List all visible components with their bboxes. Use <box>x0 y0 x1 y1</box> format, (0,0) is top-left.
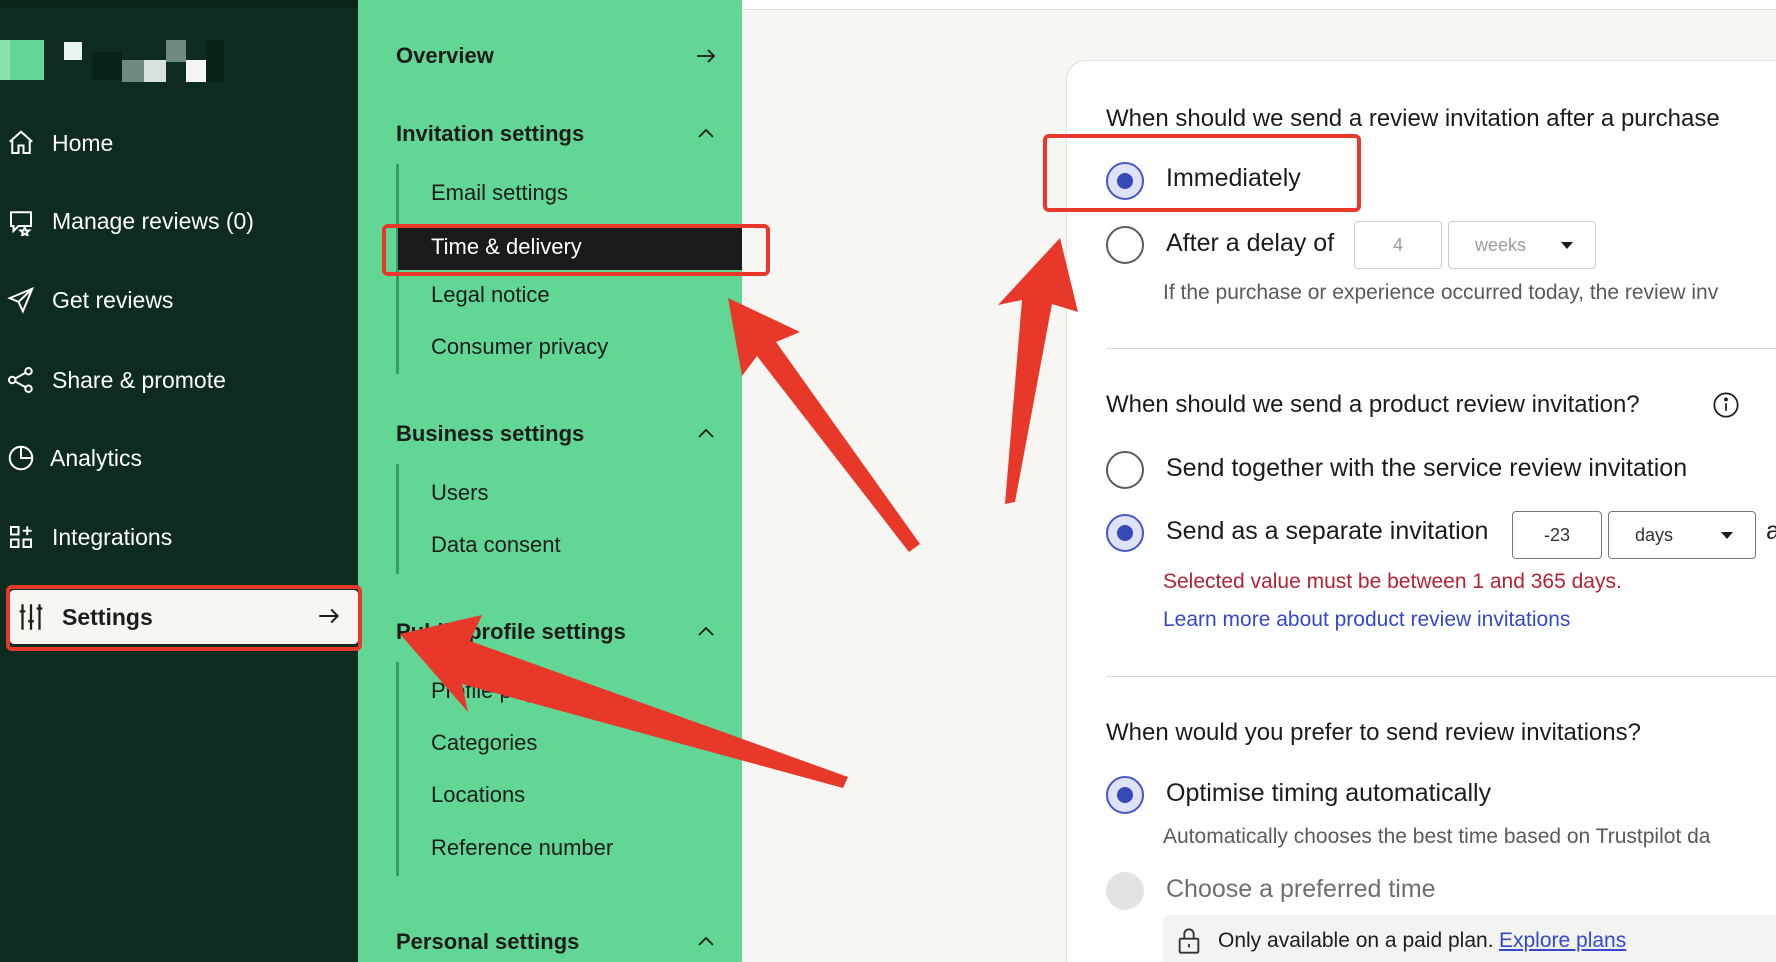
section-title: Personal settings <box>396 929 580 954</box>
chevron-up-icon <box>698 936 714 946</box>
chevron-up-icon <box>698 128 714 138</box>
caret-down-icon <box>1721 532 1733 539</box>
menu-item-consumer-privacy[interactable]: Consumer privacy <box>431 327 608 367</box>
radio-label-after-delay: After a delay of <box>1166 229 1335 257</box>
annotation-box-immediately <box>1043 134 1361 212</box>
menu-item-label: Reference number <box>431 835 614 860</box>
radio-label-preferred-time: Choose a preferred time <box>1166 875 1436 903</box>
menu-item-categories[interactable]: Categories <box>431 723 537 763</box>
grid-plus-icon <box>4 520 38 554</box>
q2-trailing-text: a <box>1766 517 1776 546</box>
menu-section-business-settings[interactable]: Business settings <box>396 418 726 450</box>
send-icon <box>4 283 38 317</box>
main-sidebar: Home Manage reviews (0) Get reviews Shar… <box>0 0 358 962</box>
sidebar-item-label: Integrations <box>52 523 173 550</box>
menu-group-line <box>396 464 399 574</box>
caret-down-icon <box>1561 242 1573 249</box>
arrow-right-icon <box>697 49 716 63</box>
sidebar-item-analytics[interactable]: Analytics <box>0 438 142 478</box>
q2-question: When should we send a product review inv… <box>1106 391 1640 418</box>
separate-amount-input[interactable]: -23 <box>1512 511 1602 559</box>
star-chat-icon <box>4 204 38 238</box>
menu-item-data-consent[interactable]: Data consent <box>431 525 561 565</box>
chevron-up-icon <box>698 428 714 438</box>
pixelated-logo <box>0 40 230 84</box>
annotation-box-time-delivery <box>382 224 770 276</box>
menu-item-locations[interactable]: Locations <box>431 775 525 815</box>
radio-optimise-timing[interactable] <box>1106 776 1144 814</box>
divider <box>1106 348 1776 349</box>
section-title: Public profile settings <box>396 619 626 644</box>
menu-overview[interactable]: Overview <box>396 40 726 72</box>
radio-preferred-time <box>1106 872 1144 910</box>
radio-after-delay[interactable] <box>1106 226 1144 264</box>
q3-auto-hint: Automatically chooses the best time base… <box>1163 825 1711 848</box>
menu-item-label: Categories <box>431 730 538 755</box>
q3-question: When would you prefer to send review inv… <box>1106 719 1641 746</box>
sidebar-item-label: Share & promote <box>52 366 226 393</box>
q2-error-message: Selected value must be between 1 and 365… <box>1163 570 1622 593</box>
divider <box>1106 676 1776 677</box>
radio-send-together[interactable] <box>1106 451 1144 489</box>
delay-amount-input[interactable]: 4 <box>1354 221 1442 269</box>
top-bar <box>742 0 1776 10</box>
menu-section-personal-settings[interactable]: Personal settings <box>396 926 726 958</box>
chevron-up-icon <box>698 626 714 636</box>
paid-plan-notice: Only available on a paid plan. Explore p… <box>1163 915 1776 962</box>
menu-section-public-profile-settings[interactable]: Public profile settings <box>396 616 726 648</box>
menu-group-line <box>396 662 399 876</box>
sidebar-item-integrations[interactable]: Integrations <box>0 517 172 557</box>
q1-hint: If the purchase or experience occurred t… <box>1163 281 1719 304</box>
q1-question: When should we send a review invitation … <box>1106 105 1720 132</box>
section-title: Invitation settings <box>396 121 585 146</box>
sidebar-item-share-promote[interactable]: Share & promote <box>0 360 226 400</box>
annotation-box-settings <box>6 585 362 651</box>
menu-item-profile-page[interactable]: Profile page <box>431 671 548 711</box>
menu-item-email-settings[interactable]: Email settings <box>431 173 568 213</box>
sidebar-top-edge <box>0 0 358 8</box>
sidebar-item-manage-reviews[interactable]: Manage reviews (0) <box>0 201 254 241</box>
info-icon[interactable] <box>1712 391 1740 419</box>
sidebar-item-label: Manage reviews (0) <box>52 207 254 234</box>
home-icon <box>4 126 38 160</box>
sidebar-item-get-reviews[interactable]: Get reviews <box>0 280 173 320</box>
separate-unit-select[interactable]: days <box>1608 511 1756 559</box>
share-icon <box>4 363 38 397</box>
sidebar-item-label: Analytics <box>50 444 143 471</box>
settings-menu: Overview Invitation settings Email setti… <box>358 0 742 962</box>
menu-item-users[interactable]: Users <box>431 473 488 513</box>
section-title: Business settings <box>396 421 585 446</box>
radio-label-send-together: Send together with the service review in… <box>1166 454 1688 482</box>
annotation-arrow-time-delivery <box>728 298 920 552</box>
menu-item-label: Data consent <box>431 532 561 557</box>
separate-unit-value: days <box>1635 524 1674 545</box>
sidebar-item-label: Get reviews <box>52 286 174 313</box>
sidebar-item-label: Home <box>52 129 114 156</box>
explore-plans-link[interactable]: Explore plans <box>1499 929 1626 953</box>
menu-item-label: Email settings <box>431 180 568 205</box>
menu-overview-label: Overview <box>396 43 494 68</box>
paid-plan-text: Only available on a paid plan. <box>1218 929 1494 952</box>
radio-label-send-separate: Send as a separate invitation <box>1166 517 1489 545</box>
delay-unit-value: weeks <box>1475 234 1527 255</box>
menu-item-legal-notice[interactable]: Legal notice <box>431 275 550 315</box>
menu-item-reference-number[interactable]: Reference number <box>431 828 613 868</box>
menu-section-invitation-settings[interactable]: Invitation settings <box>396 118 726 150</box>
learn-more-link[interactable]: Learn more about product review invitati… <box>1163 608 1570 632</box>
menu-item-label: Legal notice <box>431 282 550 307</box>
menu-item-label: Profile page <box>431 678 549 703</box>
delay-unit-select[interactable]: weeks <box>1448 221 1596 269</box>
sidebar-item-home[interactable]: Home <box>0 123 113 163</box>
pie-chart-icon <box>4 441 38 475</box>
lock-icon <box>1178 928 1200 954</box>
menu-item-label: Users <box>431 480 489 505</box>
radio-label-optimise-timing: Optimise timing automatically <box>1166 779 1492 807</box>
menu-item-label: Consumer privacy <box>431 334 609 359</box>
menu-item-label: Locations <box>431 782 526 807</box>
radio-send-separate[interactable] <box>1106 514 1144 552</box>
